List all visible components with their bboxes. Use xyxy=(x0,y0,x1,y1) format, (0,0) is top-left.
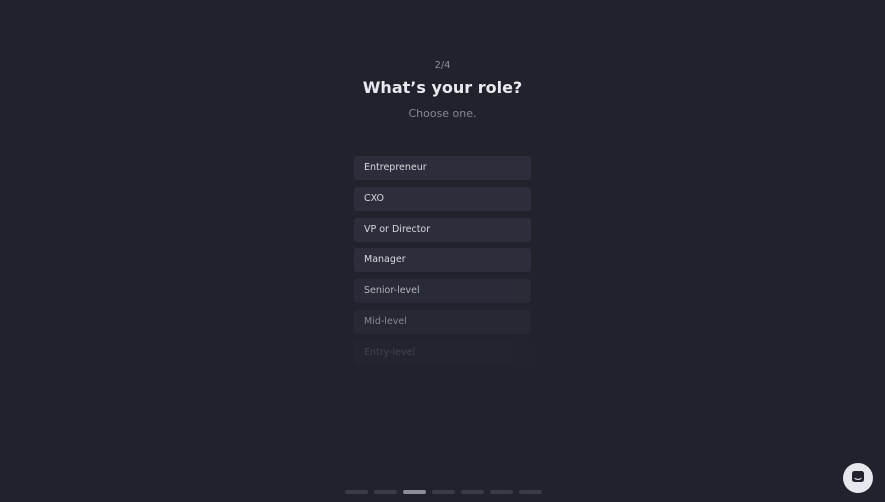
progress-segment xyxy=(374,490,397,494)
progress-segment xyxy=(432,490,455,494)
page-subtitle: Choose one. xyxy=(408,107,477,120)
role-option-manager[interactable]: Manager xyxy=(354,248,531,273)
role-option-mid-level[interactable]: Mid-level xyxy=(354,309,531,334)
progress-segment xyxy=(461,490,484,494)
role-option-entrepreneur[interactable]: Entrepreneur xyxy=(354,156,531,180)
role-option-entry-level[interactable]: Entry-level xyxy=(354,340,531,365)
progress-indicator xyxy=(345,490,542,494)
role-option-cxo[interactable]: CXO xyxy=(354,186,531,211)
progress-segment xyxy=(519,490,542,494)
onboarding-page: 2/4 What’s your role? Choose one. Entrep… xyxy=(0,0,885,502)
role-options: Entrepreneur CXO VP or Director Manager … xyxy=(354,156,531,372)
role-option-vp-or-director[interactable]: VP or Director xyxy=(354,217,531,242)
role-option-senior-level[interactable]: Senior-level xyxy=(354,279,531,304)
step-indicator: 2/4 xyxy=(434,60,451,71)
chat-icon xyxy=(851,469,865,488)
progress-segment xyxy=(490,490,513,494)
page-title: What’s your role? xyxy=(362,78,523,97)
chat-launcher-button[interactable] xyxy=(843,463,873,493)
progress-segment xyxy=(345,490,368,494)
progress-segment-active xyxy=(403,490,426,494)
